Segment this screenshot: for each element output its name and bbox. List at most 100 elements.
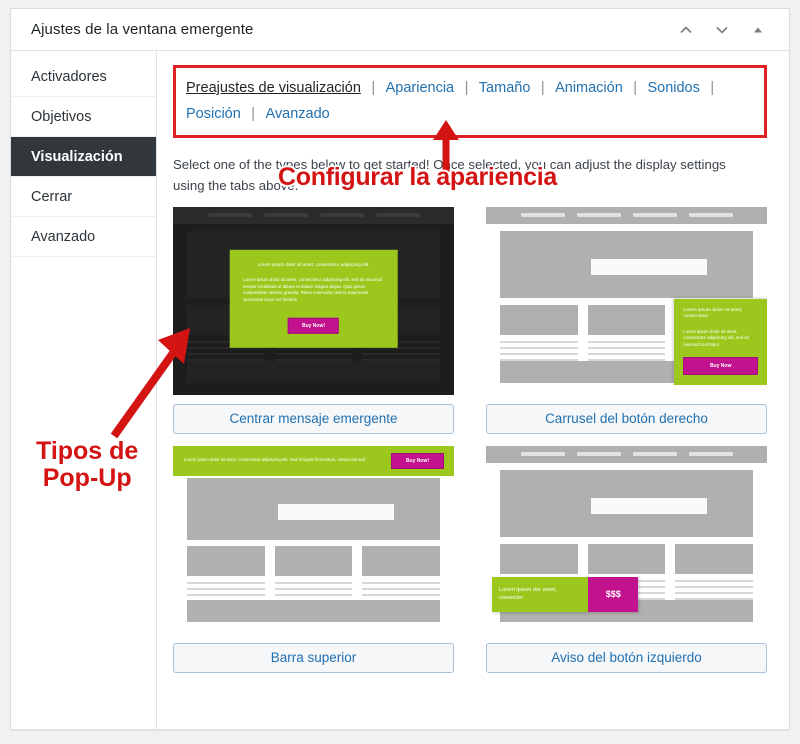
popup-settings-window: Ajustes de la ventana emergente Activado… — [10, 8, 790, 730]
popup-body: Lorem ipsum dolor sit amet, consectetur … — [683, 329, 758, 349]
preset-top-bar: Lorem ipsum dolor sit amet, consectetur … — [173, 446, 454, 673]
sidebar-item-label: Activadores — [31, 69, 107, 85]
popup-preview-right: Lorem ipsum dolor sit amet, consectetur … — [674, 299, 767, 385]
wireframe-searchbar — [278, 504, 394, 520]
popup-cta-button[interactable]: Buy Now! — [391, 453, 444, 469]
wireframe-footer — [187, 361, 440, 383]
wireframe-footer — [187, 600, 440, 622]
sidebar-item-label: Objetivos — [31, 109, 91, 125]
preset-button-top-bar[interactable]: Barra superior — [173, 643, 454, 673]
tab-animacion[interactable]: Animación — [555, 80, 623, 96]
sidebar-item-label: Visualización — [31, 149, 123, 165]
wireframe-lines — [187, 582, 265, 602]
wireframe-nav-item — [264, 213, 308, 217]
sidebar-item-label: Avanzado — [31, 229, 95, 245]
window-title-bar: Ajustes de la ventana emergente — [11, 9, 789, 51]
tab-tamano[interactable]: Tamaño — [479, 80, 531, 96]
wireframe-column — [275, 546, 353, 606]
wireframe-navbar — [486, 207, 767, 224]
wireframe-thumb — [588, 305, 666, 335]
tab-separator: | — [627, 80, 643, 96]
preview-right-slide-in[interactable]: Lorem ipsum dolor sit amet, consectetur … — [486, 207, 767, 395]
wireframe-thumb — [588, 544, 666, 574]
tab-separator: | — [704, 80, 720, 96]
tab-preajustes-de-visualizacion[interactable]: Preajustes de visualización — [186, 80, 361, 96]
sidebar-item-visualizacion[interactable]: Visualización — [11, 137, 156, 177]
popup-heading: Lorem ipsum dolor sit amet, consectetur … — [243, 261, 384, 267]
preset-button-right-slide-in[interactable]: Carrusel del botón derecho — [486, 404, 767, 434]
wireframe-nav-item — [376, 213, 420, 217]
wireframe-hero — [500, 231, 753, 298]
wireframe-searchbar — [591, 259, 707, 275]
wireframe-nav-item — [521, 452, 565, 456]
sidebar-item-label: Cerrar — [31, 189, 72, 205]
wireframe-navbar — [173, 207, 454, 224]
wireframe-columns — [187, 546, 440, 606]
wireframe-column — [675, 544, 753, 604]
tab-separator: | — [245, 106, 261, 122]
wireframe-nav-item — [689, 213, 733, 217]
window-controls — [675, 19, 775, 41]
tab-separator: | — [365, 80, 381, 96]
wireframe-lines — [362, 582, 440, 602]
preview-top-bar[interactable]: Lorem ipsum dolor sit amet, consectetur … — [173, 446, 454, 634]
expand-down-icon[interactable] — [711, 19, 733, 41]
tab-avanzado[interactable]: Avanzado — [266, 106, 330, 122]
tab-posicion[interactable]: Posición — [186, 106, 241, 122]
popup-cta-button[interactable]: Buy Now — [683, 357, 758, 375]
intro-text: Select one of the types below to get sta… — [173, 154, 733, 197]
popup-heading: Lorem ipsum dolor sit amet, consectetur — [683, 308, 758, 321]
wireframe-nav-item — [320, 213, 364, 217]
wireframe-thumb — [675, 544, 753, 574]
wireframe-nav-item — [521, 213, 565, 217]
popup-preview-center: Lorem ipsum dolor sit amet, consectetur … — [229, 249, 398, 348]
popup-cta-button[interactable]: Buy Now! — [288, 318, 339, 334]
wireframe-column — [500, 305, 578, 365]
sidebar-item-avanzado[interactable]: Avanzado — [11, 217, 156, 257]
wireframe-nav-item — [577, 213, 621, 217]
tab-apariencia[interactable]: Apariencia — [386, 80, 455, 96]
preset-left-corner-notice: Lorem ipsum dor amet, consecter $$$ Avis… — [486, 446, 767, 673]
sidebar-item-cerrar[interactable]: Cerrar — [11, 177, 156, 217]
popup-preview-corner: Lorem ipsum dor amet, consecter $$$ — [492, 577, 638, 612]
wireframe-navbar — [486, 446, 767, 463]
wireframe-lines — [675, 580, 753, 600]
preset-button-left-corner-notice[interactable]: Aviso del botón izquierdo — [486, 643, 767, 673]
settings-main-panel: Preajustes de visualización | Apariencia… — [157, 51, 789, 729]
popup-cta-button[interactable]: $$$ — [588, 577, 638, 612]
settings-sidebar: Activadores Objetivos Visualización Cerr… — [11, 51, 157, 729]
wireframe-lines — [275, 582, 353, 602]
popup-body: Lorem ipsum dolor sit amet, consectetur … — [243, 277, 384, 304]
tab-separator: | — [535, 80, 551, 96]
wireframe-lines — [500, 341, 578, 361]
wireframe-thumb — [362, 546, 440, 576]
wireframe-nav-item — [577, 452, 621, 456]
wireframe-hero — [500, 470, 753, 537]
wireframe-nav-item — [633, 452, 677, 456]
wireframe-thumb — [500, 544, 578, 574]
preset-right-slide-in: Lorem ipsum dolor sit amet, consectetur … — [486, 207, 767, 434]
wireframe-column — [187, 546, 265, 606]
popup-heading: Lorem ipsum dolor sit amet, consectetur … — [184, 457, 391, 463]
toggle-panel-icon[interactable] — [747, 19, 769, 41]
tab-separator: | — [459, 80, 475, 96]
preset-button-center-popup[interactable]: Centrar mensaje emergente — [173, 404, 454, 434]
wireframe-hero — [187, 478, 440, 540]
wireframe-nav-item — [208, 213, 252, 217]
wireframe-thumb — [500, 305, 578, 335]
popup-preview-topbar: Lorem ipsum dolor sit amet, consectetur … — [173, 446, 454, 476]
wireframe-searchbar — [591, 498, 707, 514]
preview-center-popup[interactable]: Lorem ipsum dolor sit amet, consectetur … — [173, 207, 454, 395]
display-tabs-bar: Preajustes de visualización | Apariencia… — [173, 65, 767, 138]
wireframe-nav-item — [633, 213, 677, 217]
wireframe-column — [362, 546, 440, 606]
tab-sonidos[interactable]: Sonidos — [647, 80, 699, 96]
popup-heading: Lorem ipsum dor amet, consecter — [492, 577, 588, 612]
collapse-up-icon[interactable] — [675, 19, 697, 41]
wireframe-thumb — [187, 546, 265, 576]
wireframe-column — [588, 305, 666, 365]
sidebar-item-objetivos[interactable]: Objetivos — [11, 97, 156, 137]
wireframe-thumb — [275, 546, 353, 576]
preview-left-corner-notice[interactable]: Lorem ipsum dor amet, consecter $$$ — [486, 446, 767, 634]
sidebar-item-activadores[interactable]: Activadores — [11, 57, 156, 97]
